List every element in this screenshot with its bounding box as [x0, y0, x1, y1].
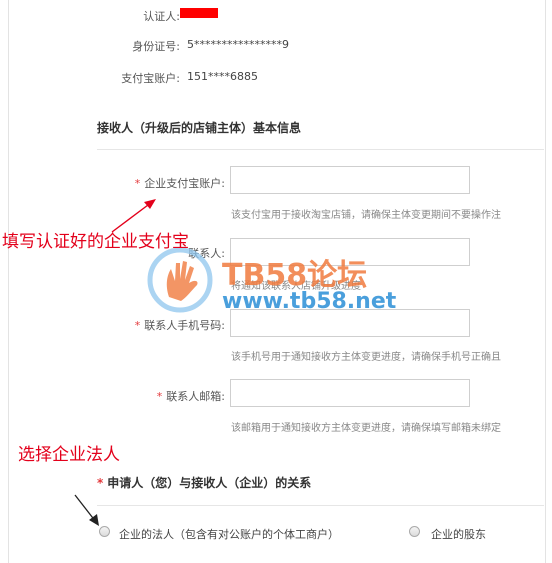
id-number-value: 5****************9: [187, 38, 289, 51]
required-star: *: [97, 476, 104, 490]
relation-section-title-text: 申请人（您）与接收人（企业）的关系: [107, 476, 312, 490]
redaction-mark: [180, 8, 218, 18]
annotation-fill-enterprise-alipay: 填写认证好的企业支付宝: [2, 232, 189, 252]
enterprise-alipay-input[interactable]: [230, 166, 470, 194]
enterprise-alipay-hint: 该支付宝用于接收淘宝店铺，请确保主体变更期间不要操作注: [231, 210, 501, 221]
contact-email-input[interactable]: [230, 379, 470, 407]
required-star: *: [156, 390, 163, 403]
contact-phone-label-text: 联系人手机号码:: [144, 319, 225, 332]
option-legal-person-label: 企业的法人（包含有对公账户的个体工商户）: [119, 528, 339, 541]
id-number-label: 身份证号:: [132, 40, 180, 53]
option-shareholder-label: 企业的股东: [431, 528, 486, 541]
receiver-section-title: 接收人（升级后的店铺主体）基本信息: [97, 121, 302, 135]
contact-phone-label: * 联系人手机号码:: [100, 317, 225, 333]
contact-email-hint: 该邮箱用于通知接收方主体变更进度，请确保填写邮箱未绑定: [231, 423, 501, 434]
relation-divider: [97, 505, 544, 506]
annotation-arrow-up-icon: [111, 199, 156, 233]
required-star: *: [134, 319, 141, 332]
watermark-brand: TB58论坛: [222, 258, 368, 293]
section-divider: [97, 149, 544, 150]
required-star: *: [134, 177, 141, 190]
enterprise-alipay-label-text: 企业支付宝账户:: [144, 177, 225, 190]
enterprise-alipay-label: * 企业支付宝账户:: [100, 175, 225, 191]
annotation-choose-legal-person: 选择企业法人: [18, 445, 120, 465]
alipay-account-label: 支付宝账户:: [121, 72, 180, 85]
alipay-account-value: 151****6885: [187, 70, 258, 83]
annotation-arrow-down-icon: [74, 494, 99, 526]
contact-email-label: * 联系人邮箱:: [120, 388, 225, 404]
certifier-label: 认证人:: [143, 10, 180, 23]
relation-section-title: * 申请人（您）与接收人（企业）的关系: [97, 474, 311, 491]
watermark-url: www.tb58.net: [222, 289, 397, 314]
contact-phone-hint: 该手机号用于通知接收方主体变更进度，请确保手机号正确且: [231, 352, 501, 363]
watermark-logo-icon: [145, 245, 215, 315]
radio-shareholder[interactable]: [409, 526, 420, 537]
contact-email-label-text: 联系人邮箱:: [166, 390, 225, 403]
